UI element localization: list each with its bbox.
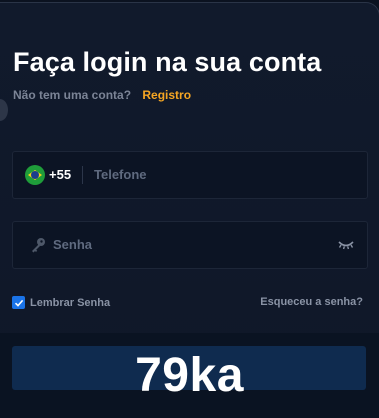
field-divider <box>82 166 83 184</box>
register-prompt: Não tem uma conta? Registro <box>13 88 191 102</box>
no-account-text: Não tem uma conta? <box>13 88 132 102</box>
eye-closed-icon[interactable] <box>337 238 355 252</box>
login-card: Faça login na sua conta Não tem uma cont… <box>0 2 379 418</box>
password-placeholder[interactable]: Senha <box>53 237 92 252</box>
password-field[interactable]: Senha <box>12 221 368 269</box>
brazil-flag-icon[interactable] <box>25 165 45 185</box>
country-code[interactable]: +55 <box>49 167 71 182</box>
edge-handle <box>0 99 8 121</box>
remember-option[interactable]: Lembrar Senha <box>12 296 110 309</box>
phone-field[interactable]: +55 Telefone <box>12 151 368 199</box>
phone-placeholder[interactable]: Telefone <box>94 167 147 182</box>
forgot-password-link[interactable]: Esqueceu a senha? <box>260 296 363 308</box>
remember-checkbox[interactable] <box>12 296 25 309</box>
key-icon <box>32 238 45 253</box>
remember-label[interactable]: Lembrar Senha <box>30 297 110 309</box>
page-title: Faça login na sua conta <box>13 47 322 77</box>
register-link[interactable]: Registro <box>142 88 191 102</box>
check-icon <box>14 299 23 307</box>
watermark-text: 79ka <box>135 349 244 402</box>
